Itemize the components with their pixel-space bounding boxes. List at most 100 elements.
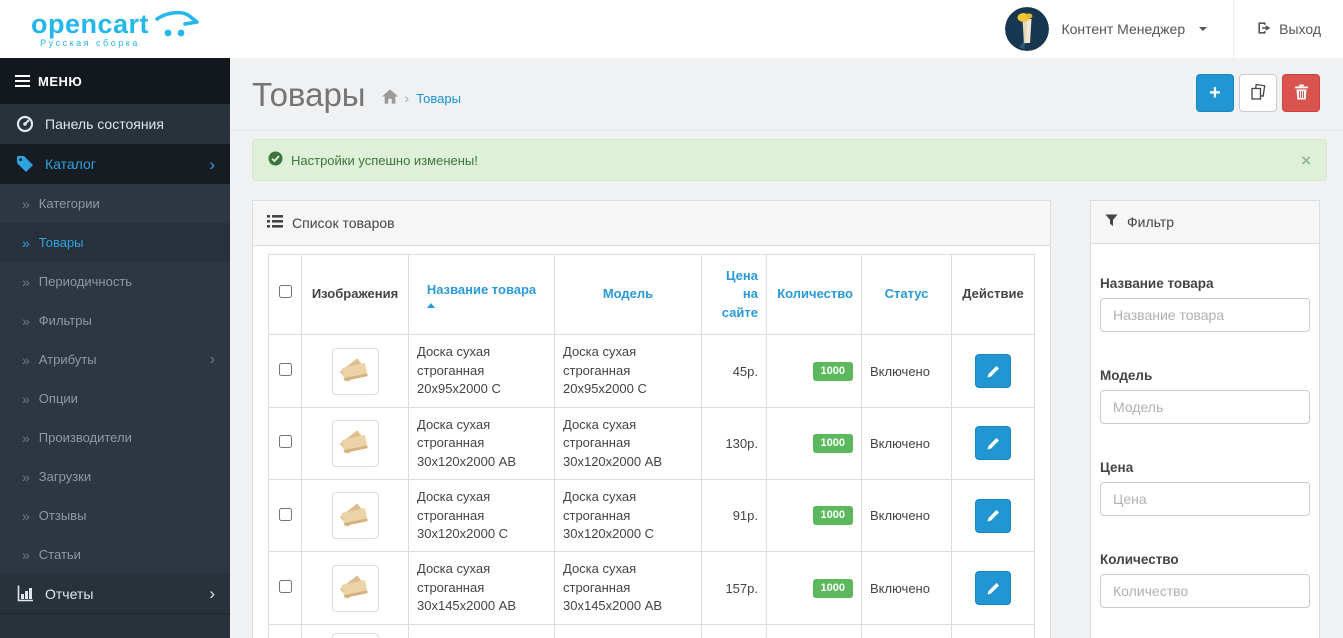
product-model: Доска сухая строганная 30х120х2000 С	[554, 479, 702, 553]
check-circle-icon	[268, 151, 283, 169]
col-name-sort-link[interactable]: Название товара	[426, 281, 536, 309]
sidebar-item-reviews[interactable]: » Отзывы	[0, 496, 230, 535]
double-angle-icon: »	[22, 546, 30, 563]
edit-button[interactable]	[975, 571, 1011, 606]
product-price: 157р.	[701, 551, 767, 625]
double-angle-icon: »	[22, 468, 30, 485]
product-status: Включено	[861, 406, 952, 481]
row-checkbox[interactable]	[278, 580, 292, 594]
sidebar-item-options[interactable]: » Опции	[0, 379, 230, 418]
toolbar: +	[1196, 74, 1320, 112]
filter-quantity-input[interactable]	[1100, 574, 1310, 608]
sidebar-item-downloads[interactable]: » Загрузки	[0, 457, 230, 496]
sidebar-item-products[interactable]: » Товары	[0, 223, 230, 262]
quantity-badge: 1000	[812, 506, 853, 526]
breadcrumb-separator: ›	[404, 90, 410, 106]
funnel-icon	[1105, 214, 1118, 230]
filter-model-input[interactable]	[1100, 390, 1310, 424]
filter-label: Модель	[1100, 368, 1153, 383]
filter-label: Название товара	[1100, 276, 1214, 291]
filter-label: Количество	[1100, 552, 1179, 567]
sidebar-item-categories[interactable]: » Категории	[0, 184, 230, 223]
sidebar-item-catalog[interactable]: Каталог ›	[0, 144, 230, 184]
sidebar-item-label: Панель состояния	[45, 116, 164, 132]
sidebar-item-label: Товары	[38, 235, 84, 250]
product-price: 45р.	[701, 334, 767, 408]
product-list-heading: Список товаров	[253, 201, 1050, 246]
close-icon[interactable]: ×	[1301, 152, 1311, 169]
product-model: Доска сухая строганная 30х120х2000 АВ	[554, 406, 702, 481]
top-header: opencart Русская сборка Контент Менеджер…	[0, 0, 1343, 58]
sidebar-item-dashboard[interactable]: Панель состояния	[0, 104, 230, 144]
filter-heading: Фильтр	[1091, 201, 1319, 244]
breadcrumb-link-products[interactable]: Товары	[416, 91, 461, 106]
col-status-sort-link[interactable]: Статус	[885, 285, 929, 303]
sidebar-item-manufacturers[interactable]: » Производители	[0, 418, 230, 457]
col-images: Изображения	[301, 253, 409, 336]
page-title: Товары	[252, 76, 366, 114]
pencil-icon	[987, 582, 999, 595]
bar-chart-icon	[15, 585, 35, 602]
sidebar-item-label: Опции	[38, 391, 78, 406]
product-status	[861, 623, 952, 638]
filter-price-input[interactable]	[1100, 482, 1310, 516]
sidebar: МЕНЮ Панель состояния Каталог › » Катего…	[0, 58, 230, 638]
delete-button[interactable]	[1282, 74, 1320, 112]
product-name: Доска сухая строганная 30х145х2000 АВ	[408, 551, 555, 625]
breadcrumb: › Товары	[381, 89, 461, 107]
product-quantity	[766, 623, 862, 638]
menu-label: МЕНЮ	[38, 73, 83, 89]
product-status: Включено	[861, 334, 952, 408]
sidebar-item-label: Отчеты	[45, 585, 94, 602]
sidebar-item-filters[interactable]: » Фильтры	[0, 301, 230, 340]
caret-up-icon	[426, 303, 435, 309]
sidebar-item-recurring[interactable]: » Периодичность	[0, 262, 230, 301]
product-thumbnail	[331, 419, 379, 467]
select-all-checkbox[interactable]	[278, 285, 292, 299]
product-name: Доска сухая строганная 30х120х2000 С	[408, 479, 555, 553]
menu-toggle[interactable]: МЕНЮ	[0, 58, 230, 104]
sidebar-item-articles[interactable]: » Статьи	[0, 535, 230, 574]
product-price: 130р.	[701, 406, 767, 481]
logo[interactable]: opencart Русская сборка	[0, 0, 230, 58]
product-model: Доска сухая строганная 30х145х2000 АВ	[554, 551, 702, 625]
quantity-badge: 1000	[812, 433, 853, 453]
edit-button[interactable]	[975, 354, 1011, 389]
col-price-sort-link[interactable]: Цена на сайте	[710, 267, 758, 322]
chevron-right-icon: ›	[209, 154, 215, 174]
success-alert: Настройки успешно изменены! ×	[252, 139, 1327, 181]
col-model-sort-link[interactable]: Модель	[603, 285, 653, 303]
hamburger-icon	[15, 72, 30, 90]
product-thumbnail	[331, 632, 379, 638]
filter-label: Цена	[1100, 460, 1134, 475]
product-thumbnail	[331, 347, 379, 395]
chevron-right-icon: ›	[209, 350, 215, 368]
sidebar-item-attributes[interactable]: » Атрибуты ›	[0, 340, 230, 379]
caret-down-icon	[1199, 27, 1208, 31]
copy-button[interactable]	[1239, 74, 1277, 112]
row-checkbox[interactable]	[278, 435, 292, 449]
panel-title: Фильтр	[1127, 214, 1175, 230]
table-row: Доска сухая строганная 30х120х2000 АВ До…	[268, 406, 1035, 481]
filter-panel: Фильтр Название товара Модель Цена	[1090, 200, 1320, 638]
filter-name-input[interactable]	[1100, 298, 1310, 332]
copy-icon	[1249, 83, 1267, 104]
sidebar-item-reports[interactable]: Отчеты ›	[0, 574, 230, 614]
table-row: Доска сухая строганная 30х145х2000 АВ До…	[268, 551, 1035, 625]
product-model: Доска сухая	[554, 623, 702, 638]
sidebar-item-label: Статьи	[38, 547, 81, 562]
product-status: Включено	[861, 479, 952, 553]
double-angle-icon: »	[22, 312, 30, 329]
sidebar-item-label: Отзывы	[38, 508, 87, 523]
row-checkbox[interactable]	[278, 363, 292, 377]
edit-button[interactable]	[975, 426, 1011, 461]
add-product-button[interactable]: +	[1196, 74, 1234, 112]
logout-button[interactable]: Выход	[1234, 0, 1343, 58]
user-menu-dropdown[interactable]: Контент Менеджер	[979, 0, 1233, 58]
row-checkbox[interactable]	[278, 507, 292, 521]
table-header-row: Изображения Название товара Модель Цена …	[268, 253, 1035, 336]
home-icon[interactable]	[381, 89, 398, 107]
col-quantity-sort-link[interactable]: Количество	[777, 285, 853, 303]
user-name: Контент Менеджер	[1061, 21, 1186, 37]
edit-button[interactable]	[975, 498, 1011, 533]
